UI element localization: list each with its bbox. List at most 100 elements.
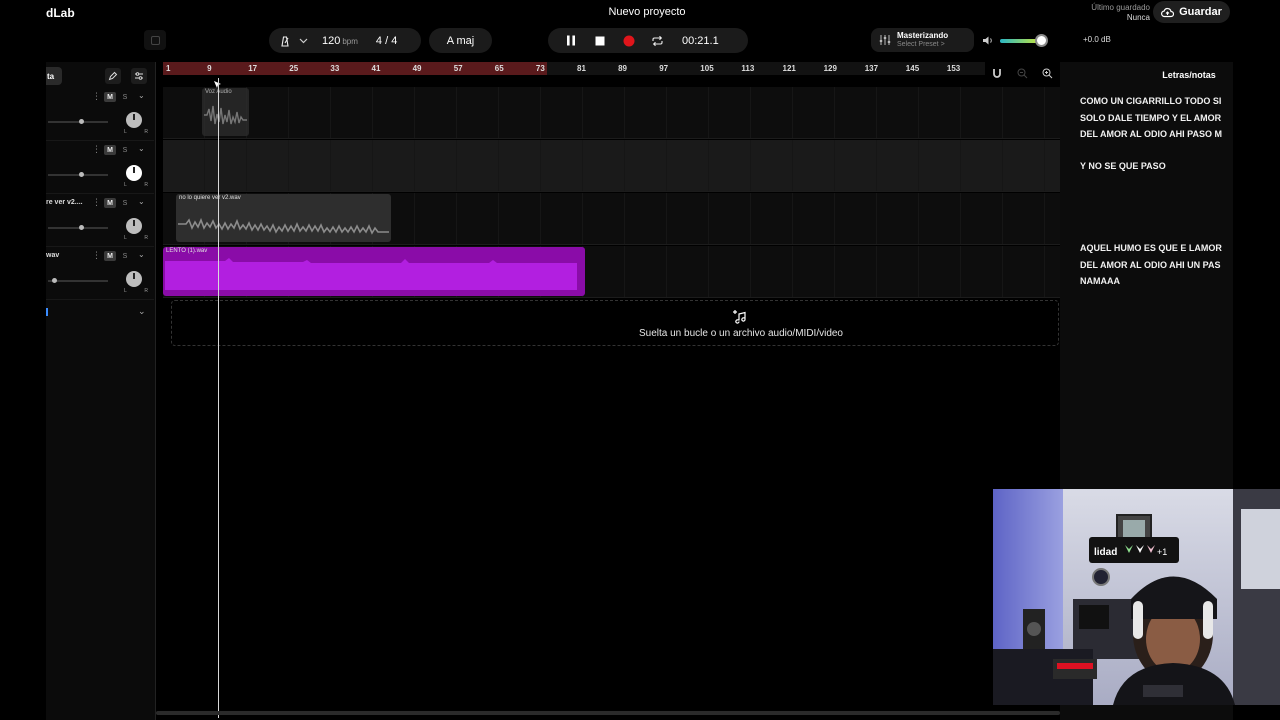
- track-header[interactable]: ⋮ M S ⌄ LR: [46, 88, 154, 141]
- timeline-ruler[interactable]: 1 9 17 25 33 41 49 57 65 73 81 89 97 105 113 121 129 137 1…: [163, 62, 985, 75]
- fader-handle[interactable]: [79, 119, 84, 124]
- lyrics-panel[interactable]: Letras/notas COMO UN CIGARRILLO TODO SI …: [1060, 62, 1233, 490]
- transport-controls: 00:21.1: [548, 28, 748, 53]
- lyric-line[interactable]: NAMAAA: [1080, 276, 1120, 286]
- lyric-line[interactable]: AQUEL HUMO ES QUE E LAMOR: [1080, 243, 1222, 253]
- track-header[interactable]: re ver v2.... ⋮ M S ⌄ LR: [46, 194, 154, 247]
- waveform: [165, 258, 577, 290]
- project-title[interactable]: Nuevo proyecto: [580, 6, 714, 18]
- solo-button[interactable]: S: [120, 145, 130, 155]
- track-name[interactable]: wav: [46, 252, 91, 259]
- chevron-down-icon[interactable]: ⌄: [138, 197, 145, 206]
- chevron-down-icon[interactable]: ⌄: [138, 306, 146, 317]
- time-signature[interactable]: 4 / 4: [376, 35, 397, 47]
- bpm-unit: bpm: [342, 36, 358, 46]
- track-lane[interactable]: LENTO (1).wav: [163, 246, 1060, 298]
- track-volume-fader[interactable]: [48, 278, 108, 283]
- mastering-text: Masterizando Select Preset >: [897, 31, 948, 49]
- pan-knob[interactable]: [126, 112, 142, 128]
- save-button[interactable]: Guardar: [1153, 1, 1230, 23]
- chevron-down-icon[interactable]: ⌄: [138, 91, 145, 100]
- pan-knob[interactable]: [126, 165, 142, 181]
- ruler-tick-label: 9: [207, 64, 212, 73]
- track-header[interactable]: wav ⋮ M S ⌄ LR: [46, 247, 154, 300]
- audio-clip[interactable]: Voz Audio: [202, 88, 249, 136]
- audio-clip[interactable]: LENTO (1).wav: [163, 247, 585, 296]
- record-button[interactable]: [614, 28, 643, 53]
- track-name[interactable]: re ver v2....: [46, 199, 91, 206]
- mixer-button[interactable]: [131, 68, 147, 84]
- horizontal-scrollbar[interactable]: [156, 711, 1060, 715]
- ruler-tick-label: 105: [700, 64, 714, 73]
- chevron-down-icon[interactable]: ⌄: [138, 250, 145, 259]
- more-icon[interactable]: ⋮: [92, 91, 101, 102]
- save-status-value: Nunca: [1126, 13, 1150, 22]
- fader-handle[interactable]: [52, 278, 57, 283]
- top-bar: dLab Nuevo proyecto Último guardado Nunc…: [0, 0, 1280, 62]
- automation-button[interactable]: [105, 68, 121, 84]
- magnet-icon[interactable]: [992, 68, 1002, 79]
- loop-button[interactable]: [643, 28, 672, 53]
- track-volume-fader[interactable]: [48, 225, 108, 230]
- loop-region[interactable]: [163, 62, 547, 75]
- mastering-button[interactable]: Masterizando Select Preset >: [871, 28, 974, 52]
- volume-knob[interactable]: [1035, 34, 1049, 47]
- lyric-line[interactable]: SOLO DALE TIEMPO Y EL AMOR: [1080, 113, 1221, 123]
- chevron-down-icon[interactable]: ⌄: [138, 144, 145, 153]
- zoom-in-icon[interactable]: [1042, 68, 1053, 79]
- save-status: Último guardado Nunca: [1070, 3, 1150, 23]
- music-add-icon: [733, 310, 746, 324]
- waveform: [178, 217, 389, 235]
- solo-button[interactable]: S: [120, 92, 130, 102]
- lyric-line[interactable]: Y NO SE QUE PASO: [1080, 161, 1166, 171]
- mute-button[interactable]: M: [104, 92, 116, 102]
- pan-lr-label: LR: [124, 182, 148, 188]
- bpm-field[interactable]: 120 bpm: [322, 35, 358, 47]
- ruler-tick-label: 81: [577, 64, 586, 73]
- track-volume-fader[interactable]: [48, 119, 108, 124]
- drop-zone[interactable]: Suelta un bucle o un archivo audio/MIDI/…: [171, 300, 1059, 346]
- speaker-icon[interactable]: [982, 35, 994, 46]
- pan-knob[interactable]: [126, 271, 142, 287]
- lyric-line[interactable]: DEL AMOR AL ODIO AHI PASO M: [1080, 129, 1222, 139]
- chevron-down-icon[interactable]: [299, 38, 308, 44]
- track-lane[interactable]: no lo quiere ver v2.wav: [163, 193, 1060, 245]
- mute-button[interactable]: M: [104, 198, 116, 208]
- key-selector[interactable]: A maj: [429, 28, 492, 53]
- panel-divider[interactable]: [155, 62, 156, 720]
- track-header[interactable]: ⋮ M S ⌄ LR: [46, 141, 154, 194]
- more-icon[interactable]: ⋮: [92, 144, 101, 155]
- bpm-value: 120: [322, 34, 341, 47]
- track-volume-fader[interactable]: [48, 172, 108, 177]
- audio-clip[interactable]: no lo quiere ver v2.wav: [176, 194, 391, 242]
- stop-button[interactable]: [585, 28, 614, 53]
- solo-button[interactable]: S: [120, 198, 130, 208]
- led-sign-text: lidad: [1094, 547, 1117, 558]
- fader-handle[interactable]: [79, 172, 84, 177]
- metronome-icon[interactable]: [279, 35, 291, 47]
- mute-button[interactable]: M: [104, 145, 116, 155]
- add-track-row[interactable]: ⌄: [46, 303, 154, 321]
- playhead[interactable]: [218, 78, 219, 718]
- ruler-tick-label: 1: [166, 64, 171, 73]
- lyric-line[interactable]: DEL AMOR AL ODIO AHI UN PAS: [1080, 260, 1221, 270]
- track-lane[interactable]: Voz Audio: [163, 87, 1060, 139]
- toggle-panel-button[interactable]: [144, 30, 166, 50]
- app-logo[interactable]: dLab: [46, 6, 75, 20]
- mute-button[interactable]: M: [104, 251, 116, 261]
- save-status-label: Último guardado: [1091, 3, 1150, 12]
- solo-button[interactable]: S: [120, 251, 130, 261]
- more-icon[interactable]: ⋮: [92, 250, 101, 261]
- pan-knob[interactable]: [126, 218, 142, 234]
- mastering-preset: Select Preset >: [897, 41, 945, 48]
- track-panel-tab[interactable]: ta: [46, 67, 62, 85]
- lyric-line[interactable]: COMO UN CIGARRILLO TODO SI: [1080, 96, 1221, 106]
- fader-handle[interactable]: [79, 225, 84, 230]
- timeline-tools: [985, 62, 1060, 84]
- pen-icon: [108, 71, 118, 81]
- zoom-out-icon[interactable]: [1017, 68, 1028, 79]
- more-icon[interactable]: ⋮: [92, 197, 101, 208]
- pause-button[interactable]: [556, 28, 585, 53]
- track-lane[interactable]: [163, 140, 1060, 192]
- time-display: 00:21.1: [682, 34, 719, 47]
